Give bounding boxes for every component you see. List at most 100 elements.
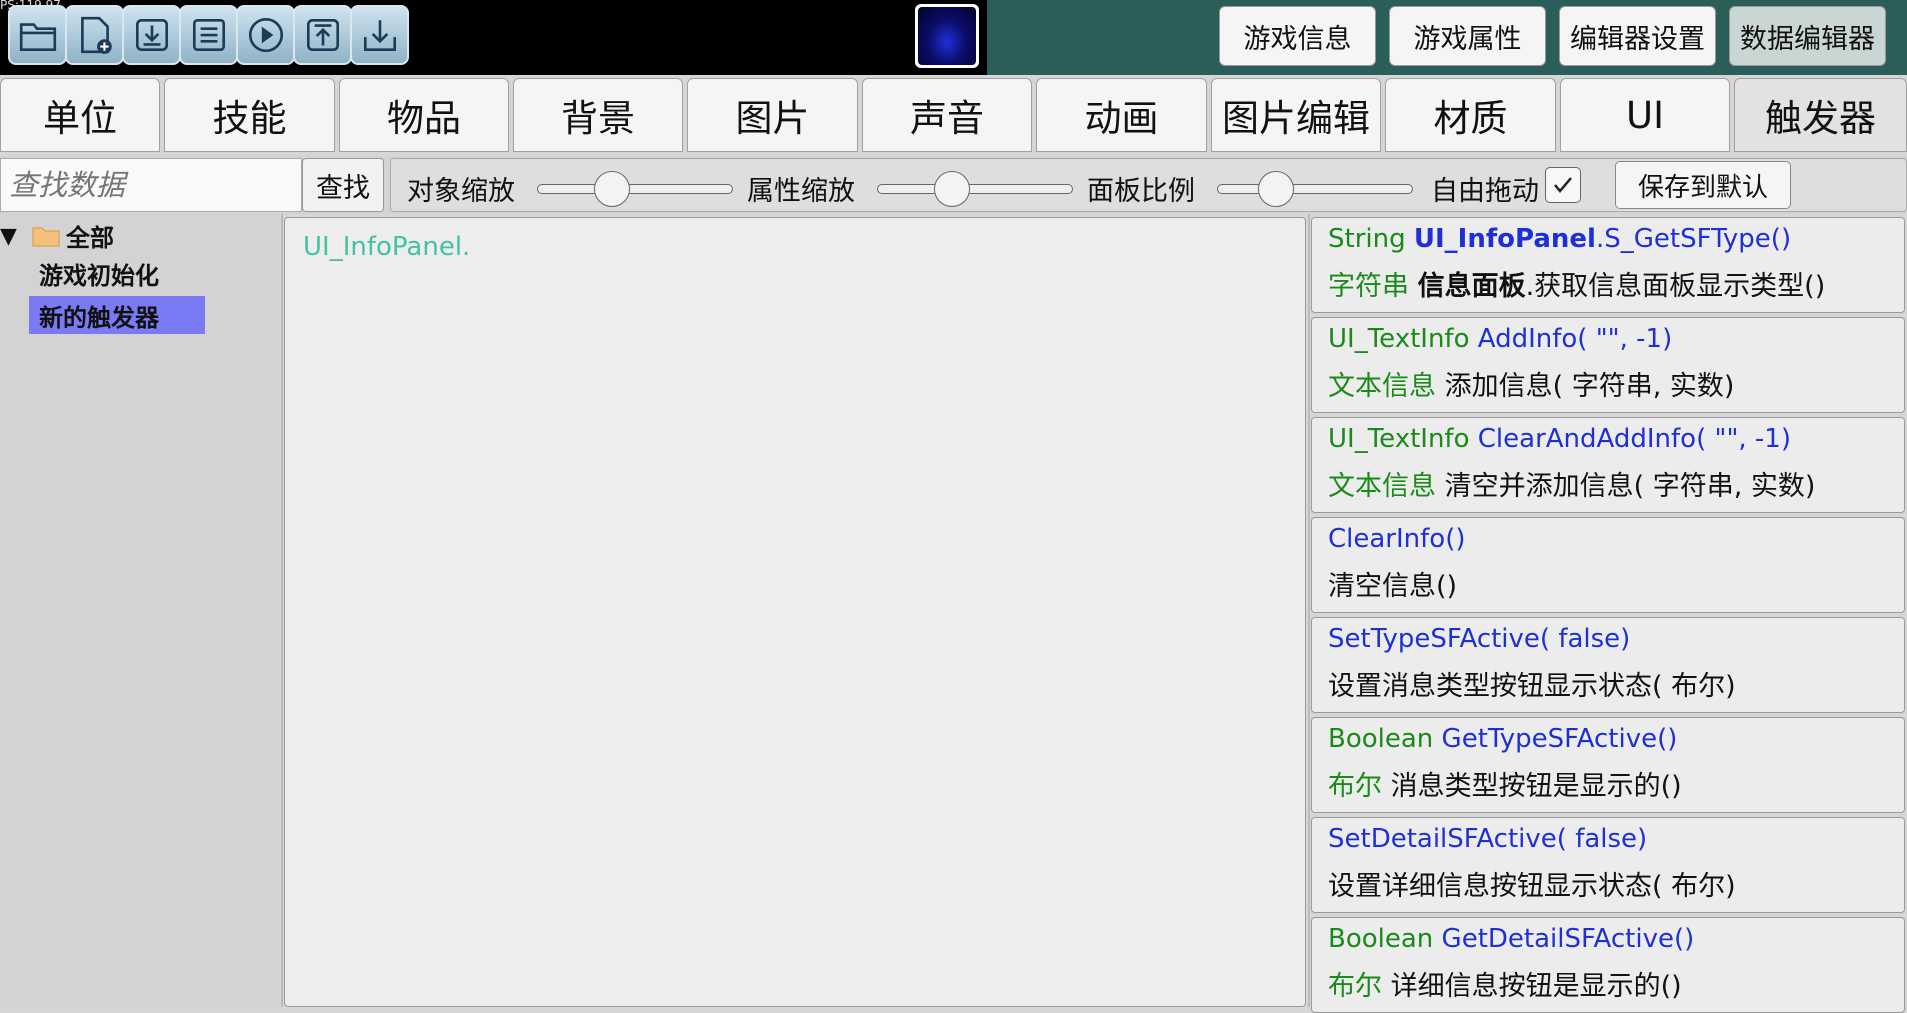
category-tabs: 单位 技能 物品 背景 图片 声音 动画 图片编辑 材质 UI 触发器 <box>0 78 1907 153</box>
left-divider[interactable] <box>281 214 283 1007</box>
object-scale-label: 对象缩放 <box>407 176 515 207</box>
method-text-segment: 设置消息类型按钮显示状态( 布尔) <box>1328 671 1736 702</box>
free-drag-label: 自由拖动 <box>1431 176 1539 207</box>
right-divider[interactable] <box>1308 214 1310 1007</box>
method-text-segment: 消息类型按钮是显示的() <box>1390 771 1682 802</box>
tab-skill[interactable]: 技能 <box>164 78 335 152</box>
method-item[interactable]: UI_TextInfo AddInfo( "", -1) 文本信息 添加信息( 字… <box>1311 317 1905 413</box>
method-description: 文本信息 清空并添加信息( 字符串, 实数) <box>1328 464 1815 503</box>
method-item[interactable]: SetDetailSFActive( false) 设置详细信息按钮显示状态( 布… <box>1311 817 1905 913</box>
method-item[interactable]: Boolean GetDetailSFActive() 布尔 详细信息按钮是显示的… <box>1311 917 1905 1013</box>
open-folder-icon[interactable] <box>8 5 67 65</box>
method-text-segment: 字符串 <box>1328 271 1418 302</box>
tab-unit[interactable]: 单位 <box>0 78 160 152</box>
play-icon[interactable] <box>236 5 295 65</box>
top-toolbar: PS:119.97 游戏信息 游戏属性 编辑器设置 数据编辑器 <box>0 0 1907 75</box>
panel-ratio-slider-thumb[interactable] <box>1258 171 1294 207</box>
game-logo[interactable] <box>915 4 979 68</box>
panel-ratio-slider[interactable] <box>1217 171 1413 207</box>
method-text-segment: 清空并添加信息( 字符串, 实数) <box>1444 471 1816 502</box>
game-info-button[interactable]: 游戏信息 <box>1219 6 1376 66</box>
code-editor[interactable]: UI_InfoPanel. <box>284 217 1306 1007</box>
tab-sound[interactable]: 声音 <box>862 78 1032 152</box>
method-text-segment: UI_InfoPanel <box>1413 224 1596 254</box>
method-text-segment: UI_TextInfo <box>1328 324 1478 354</box>
attr-scale-label: 属性缩放 <box>747 176 855 207</box>
method-text-segment: String <box>1328 224 1414 254</box>
method-text-segment: AddInfo( "", -1) <box>1477 324 1673 354</box>
tab-item[interactable]: 物品 <box>339 78 509 152</box>
attr-scale-slider-thumb[interactable] <box>934 171 970 207</box>
tab-image[interactable]: 图片 <box>687 78 858 152</box>
upload-icon[interactable] <box>293 5 352 65</box>
method-signature: Boolean GetDetailSFActive() <box>1328 924 1694 954</box>
tab-background[interactable]: 背景 <box>513 78 683 152</box>
method-text-segment: GetTypeSFActive() <box>1441 724 1678 754</box>
panel-ratio-label: 面板比例 <box>1087 176 1195 207</box>
method-text-segment: GetDetailSFActive() <box>1441 924 1695 954</box>
method-text-segment: 清空信息() <box>1328 571 1458 602</box>
method-signature: ClearInfo() <box>1328 524 1466 554</box>
method-text-segment: Boolean <box>1328 924 1442 954</box>
method-signature: SetTypeSFActive( false) <box>1328 624 1630 654</box>
method-signature: UI_TextInfo ClearAndAddInfo( "", -1) <box>1328 424 1791 454</box>
tree-item-game-init[interactable]: 游戏初始化 <box>29 254 209 292</box>
search-button[interactable]: 查找 <box>302 158 384 212</box>
method-description: 布尔 消息类型按钮是显示的() <box>1328 764 1682 803</box>
trigger-tree: ▼ 全部 游戏初始化 新的触发器 <box>0 214 280 1007</box>
method-item[interactable]: String UI_InfoPanel.S_GetSFType() 字符串 信息面… <box>1311 217 1905 313</box>
method-signature: String UI_InfoPanel.S_GetSFType() <box>1328 224 1791 254</box>
method-text-segment: 信息面板 <box>1417 271 1526 302</box>
tab-trigger[interactable]: 触发器 <box>1734 78 1907 152</box>
editor-settings-button[interactable]: 编辑器设置 <box>1559 6 1716 66</box>
method-description: 文本信息 添加信息( 字符串, 实数) <box>1328 364 1734 403</box>
method-text-segment: 添加信息( 字符串, 实数) <box>1444 371 1735 402</box>
method-signature: UI_TextInfo AddInfo( "", -1) <box>1328 324 1672 354</box>
tree-item-new-trigger[interactable]: 新的触发器 <box>29 296 205 334</box>
tab-ui[interactable]: UI <box>1560 78 1730 152</box>
method-text-segment: 布尔 <box>1328 971 1391 1002</box>
view-controls: 对象缩放 属性缩放 面板比例 自由拖动 保存到默认 <box>390 158 1907 212</box>
method-item[interactable]: ClearInfo() 清空信息() <box>1311 517 1905 613</box>
method-suggestion-list: String UI_InfoPanel.S_GetSFType() 字符串 信息面… <box>1311 217 1907 1013</box>
save-icon[interactable] <box>179 5 238 65</box>
method-description: 字符串 信息面板.获取信息面板显示类型() <box>1328 264 1825 303</box>
method-text-segment: SetTypeSFActive( false) <box>1328 624 1631 654</box>
method-text-segment: 详细信息按钮是显示的() <box>1390 971 1682 1002</box>
new-file-icon[interactable] <box>65 5 124 65</box>
game-properties-button[interactable]: 游戏属性 <box>1389 6 1546 66</box>
editor-text[interactable]: UI_InfoPanel. <box>303 232 470 262</box>
object-scale-slider[interactable] <box>537 171 733 207</box>
expand-arrow-icon[interactable]: ▼ <box>0 224 17 249</box>
method-text-segment: SetDetailSFActive( false) <box>1328 824 1648 854</box>
method-description: 设置详细信息按钮显示状态( 布尔) <box>1328 864 1736 903</box>
method-text-segment: UI_TextInfo <box>1328 424 1478 454</box>
method-text-segment: .S_GetSFType() <box>1595 224 1792 254</box>
method-text-segment: 设置详细信息按钮显示状态( 布尔) <box>1328 871 1736 902</box>
free-drag-checkbox[interactable] <box>1545 167 1581 203</box>
method-text-segment: Boolean <box>1328 724 1442 754</box>
checkmark-icon <box>1554 177 1572 193</box>
method-text-segment: 文本信息 <box>1328 471 1445 502</box>
filter-row: 查找 对象缩放 属性缩放 面板比例 自由拖动 保存到默认 <box>0 156 1907 214</box>
method-item[interactable]: UI_TextInfo ClearAndAddInfo( "", -1) 文本信息… <box>1311 417 1905 513</box>
download-icon[interactable] <box>122 5 181 65</box>
tab-animation[interactable]: 动画 <box>1036 78 1207 152</box>
folder-icon <box>32 227 60 247</box>
method-text-segment: ClearAndAddInfo( "", -1) <box>1477 424 1791 454</box>
method-signature: Boolean GetTypeSFActive() <box>1328 724 1677 754</box>
method-item[interactable]: SetTypeSFActive( false) 设置消息类型按钮显示状态( 布尔) <box>1311 617 1905 713</box>
tree-root[interactable]: ▼ 全部 <box>0 216 200 254</box>
tab-material[interactable]: 材质 <box>1385 78 1556 152</box>
search-input[interactable] <box>0 158 302 212</box>
save-default-button[interactable]: 保存到默认 <box>1615 161 1791 209</box>
method-text-segment: 布尔 <box>1328 771 1391 802</box>
attr-scale-slider[interactable] <box>877 171 1073 207</box>
method-item[interactable]: Boolean GetTypeSFActive() 布尔 消息类型按钮是显示的() <box>1311 717 1905 813</box>
object-scale-slider-thumb[interactable] <box>594 171 630 207</box>
method-signature: SetDetailSFActive( false) <box>1328 824 1647 854</box>
tab-image-edit[interactable]: 图片编辑 <box>1211 78 1381 152</box>
method-text-segment: 文本信息 <box>1328 371 1445 402</box>
import-icon[interactable] <box>350 5 409 65</box>
data-editor-button[interactable]: 数据编辑器 <box>1729 6 1886 66</box>
